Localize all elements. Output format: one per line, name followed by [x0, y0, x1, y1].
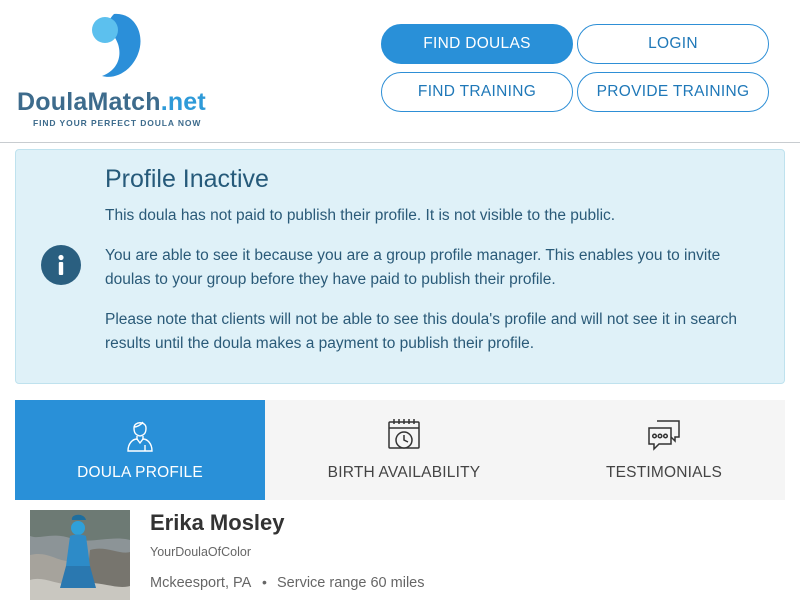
provide-training-button[interactable]: PROVIDE TRAINING	[577, 72, 769, 112]
logo-tld: .net	[160, 88, 206, 116]
tab-label: DOULA PROFILE	[77, 464, 203, 481]
doula-photo[interactable]	[30, 510, 130, 600]
alert-paragraph-visibility: This doula has not paid to publish their…	[105, 207, 616, 224]
alert-paragraph-manager: You are able to see it because you are a…	[105, 247, 721, 288]
alert-title: Profile Inactive	[105, 165, 269, 193]
site-logo[interactable]: DoulaMatch.net FIND YOUR PERFECT DOULA N…	[15, 12, 220, 132]
doula-person-icon	[127, 421, 153, 452]
service-range: Service range 60 miles	[277, 575, 425, 591]
logo-wordmark: DoulaMatch.net	[17, 88, 206, 116]
doula-name: Erika Mosley	[150, 510, 285, 535]
login-button[interactable]: LOGIN	[577, 24, 769, 64]
alert-paragraph-clients: Please note that clients will not be abl…	[105, 311, 737, 352]
find-doulas-button[interactable]: FIND DOULAS	[381, 24, 573, 64]
tab-birth-availability[interactable]: BIRTH AVAILABILITY	[265, 400, 543, 500]
doula-location: Mckeesport, PA	[150, 575, 252, 591]
tab-label: BIRTH AVAILABILITY	[327, 464, 481, 481]
logo-mark-icon	[92, 13, 141, 77]
info-icon	[41, 245, 81, 285]
logo-tagline: FIND YOUR PERFECT DOULA NOW	[33, 118, 202, 128]
chat-bubbles-icon	[648, 420, 680, 451]
meta-separator: •	[262, 574, 267, 590]
find-training-button[interactable]: FIND TRAINING	[381, 72, 573, 112]
site-header: DoulaMatch.net FIND YOUR PERFECT DOULA N…	[0, 0, 800, 143]
tab-testimonials[interactable]: TESTIMONIALS	[543, 400, 785, 500]
calendar-clock-icon	[388, 419, 420, 449]
doula-business-name: YourDoulaOfColor	[150, 545, 251, 559]
tab-label: TESTIMONIALS	[605, 464, 723, 481]
profile-tabs: DOULA PROFILE BIRTH AVAILABILITY TESTIMO…	[15, 400, 785, 500]
tab-doula-profile[interactable]: DOULA PROFILE	[15, 400, 265, 500]
profile-inactive-alert: Profile Inactive This doula has not paid…	[15, 149, 785, 384]
